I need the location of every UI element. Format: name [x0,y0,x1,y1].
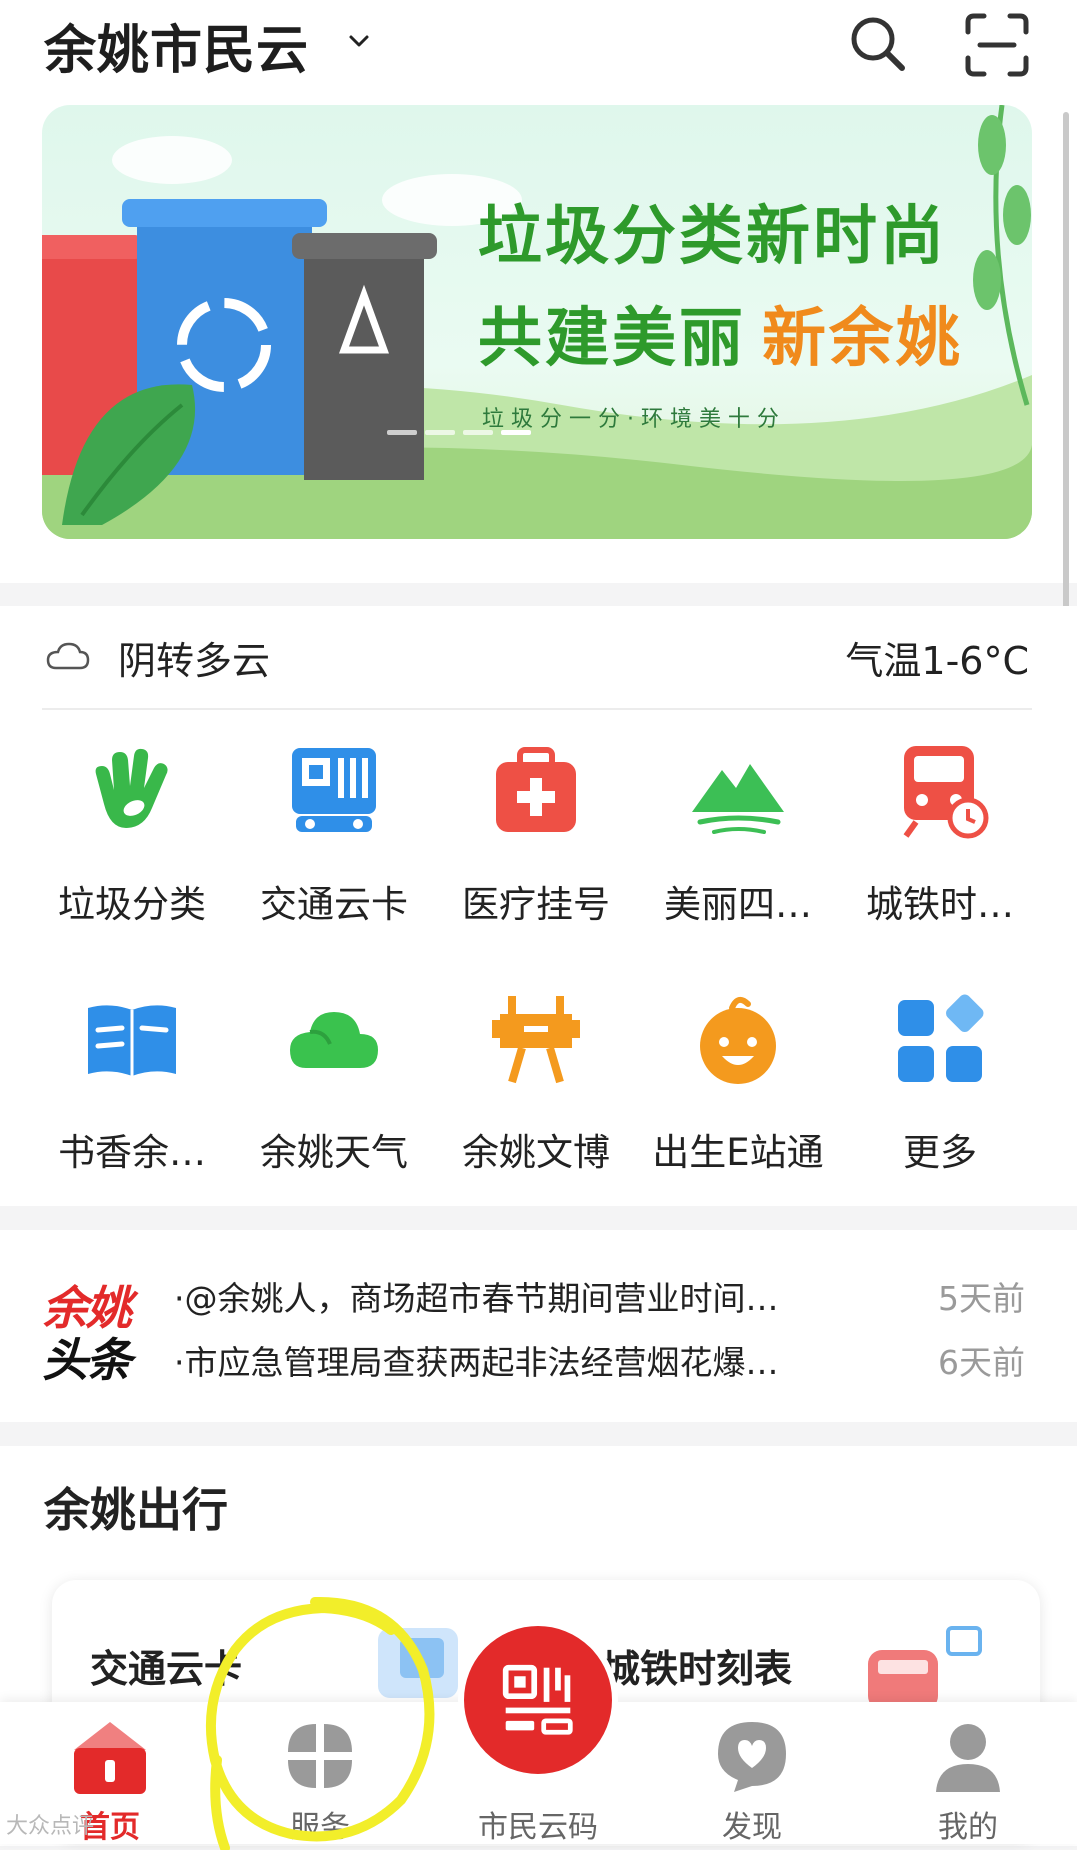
book-icon [88,1005,176,1076]
weather-temperature: 气温1-6°C [845,639,1029,683]
cloud-icon [46,642,90,670]
service-label: 医疗挂号 [462,883,610,926]
nav-label: 发现 [722,1810,782,1845]
service-label: 美丽四… [664,883,812,926]
nav-label: 我的 [938,1810,998,1845]
service-tile-beautiful-siming[interactable]: 美丽四… [638,742,838,972]
service-label: 余姚文博 [462,1131,610,1174]
news-card [0,1230,1077,1422]
news-item[interactable]: ·市应急管理局查获两起非法经营烟花爆… [174,1336,779,1384]
news-time: 5天前 [938,1279,1025,1318]
service-tile-weather[interactable]: 余姚天气 [234,990,434,1220]
city-selector[interactable]: 余姚市民云 [44,8,309,83]
news-time: 6天前 [938,1343,1025,1382]
service-label: 交通云卡 [260,883,408,926]
nav-discover[interactable]: 发现 [672,1702,832,1845]
service-tile-reading[interactable]: 书香余… [32,990,232,1220]
service-label: 城铁时… [866,883,1014,926]
banner-subline-a: 共建美丽 [478,302,746,376]
divider [42,708,1032,710]
chevron-down-icon[interactable] [346,28,372,54]
service-label: 垃圾分类 [58,883,206,926]
nav-citizen-code[interactable] [458,1620,618,1780]
watermark: 大众点评 [6,1814,95,1839]
service-label: 更多 [903,1131,977,1174]
profile-icon [936,1724,1000,1792]
weather-condition[interactable]: 阴转多云 [118,630,270,685]
more-grid-icon [898,994,984,1082]
banner-tagline: 垃 圾 分 一 分 · 环 境 美 十 分 [482,407,779,432]
service-tile-transit-card[interactable]: 交通云卡 [234,742,434,972]
service-label: 余姚天气 [260,1131,408,1174]
qr-code-icon [502,1664,573,1735]
service-label: 出生E站通 [652,1131,824,1174]
annotation-circle [205,1596,435,1850]
promo-banner[interactable]: 垃圾分类新时尚 共建美丽 新余姚 垃 圾 分 一 分 · 环 境 美 十 分 [42,105,1032,539]
news-logo[interactable]: 余姚 头条 [42,1272,144,1387]
service-tile-train-schedule[interactable]: 城铁时… [840,742,1040,972]
home-icon [74,1722,146,1794]
section-title: 余姚出行 [44,1483,228,1537]
scan-icon[interactable] [962,10,1032,80]
service-label: 书香余… [58,1131,206,1174]
service-tile-museum[interactable]: 余姚文博 [436,990,636,1220]
news-item[interactable]: ·@余姚人，商场超市春节期间营业时间… [174,1272,779,1320]
service-tile-more[interactable]: 更多 [840,990,1040,1220]
discover-icon [718,1722,786,1792]
nav-profile[interactable]: 我的 [888,1702,1048,1845]
service-tile-birth[interactable]: 出生E站通 [638,990,838,1220]
service-tile-medical[interactable]: 医疗挂号 [436,742,636,972]
transit-card-icon [292,748,376,832]
hand-leaf-icon [95,748,168,828]
service-tile-garbage[interactable]: 垃圾分类 [32,742,232,972]
search-icon[interactable] [846,12,910,76]
museum-icon [492,996,580,1084]
train-clock-icon [903,746,989,839]
travel-card-train[interactable]: 城铁时刻表 [602,1638,792,1693]
medical-kit-icon [496,747,576,832]
news-logo-bottom: 头条 [42,1333,132,1387]
banner-subline-b: 新余姚 [762,302,963,376]
train-art-icon [868,1626,982,1710]
banner-headline: 垃圾分类新时尚 [478,200,947,274]
mountain-icon [692,764,784,834]
weather-cloud-icon [290,1012,378,1068]
baby-icon [700,996,776,1084]
banner-subline: 共建美丽 新余姚 [478,287,963,379]
nav-label: 市民云码 [478,1810,598,1845]
